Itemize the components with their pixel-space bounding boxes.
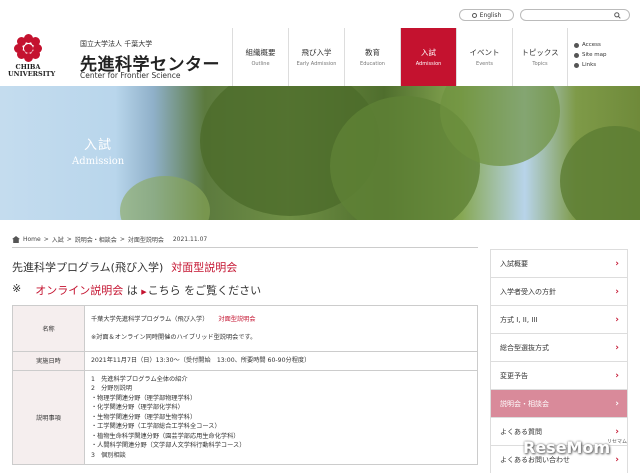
online-notice: ※ オンライン説明会 は ▶こちら をご覧ください [12, 282, 262, 297]
chevron-right-icon: › [615, 258, 619, 269]
search-input[interactable] [520, 9, 630, 21]
hero-title: 入試 [84, 138, 113, 153]
nav-item-topics[interactable]: トピックス Topics [512, 28, 568, 86]
chevron-right-icon: › [615, 314, 619, 325]
pin-icon [574, 42, 579, 48]
util-link-sitemap[interactable]: Site map [574, 50, 607, 60]
online-session-link[interactable]: こちら [148, 284, 181, 297]
table-label: 実施日時 [12, 351, 85, 371]
divider [12, 247, 478, 248]
table-row: 名称 千葉大学先進科学プログラム（飛び入学） 対面型説明会 ※対面＆オンライン同時… [12, 305, 478, 352]
sidebar-item-methods[interactable]: 方式 I, II, III › [490, 305, 628, 333]
logo-mark-icon [14, 34, 42, 62]
sidebar-item-policy[interactable]: 入学者受入の方針 › [490, 277, 628, 305]
utility-links: Access Site map Links [574, 40, 607, 70]
chevron-right-icon: › [615, 454, 619, 465]
table-label: 説明事項 [12, 369, 85, 465]
watermark-sub: リセマム [607, 439, 628, 445]
globe-icon [471, 12, 477, 18]
breadcrumb-home[interactable]: Home [23, 236, 41, 243]
table-row: 説明事項 1 先進科学プログラム全体の紹介 2 分野別説明 ・物理学関連分野（理… [12, 369, 478, 465]
site-header: CHIBA UNIVERSITY 国立大学法人 千葉大学 先進科学センター Ce… [0, 0, 640, 86]
sidebar-item-comprehensive[interactable]: 総合型選抜方式 › [490, 333, 628, 361]
breadcrumb-sessions[interactable]: 説明会・相談会 [75, 235, 117, 244]
site-subtitle: Center for Frontier Science [80, 71, 181, 80]
event-info-table: 名称 千葉大学先進科学プログラム（飛び入学） 対面型説明会 ※対面＆オンライン同時… [12, 305, 478, 465]
chevron-right-icon: › [615, 286, 619, 297]
hero-subtitle: Admission [72, 156, 125, 167]
sidebar-item-overview[interactable]: 入試概要 › [490, 249, 628, 277]
sidebar-item-sessions[interactable]: 説明会・相談会 › [490, 389, 628, 417]
chevron-right-icon: › [615, 426, 619, 437]
nav-item-outline[interactable]: 組織概要 Outline [232, 28, 288, 86]
nav-item-early-admission[interactable]: 飛び入学 Early Admission [288, 28, 344, 86]
breadcrumb-current: 対面型説明会 [127, 237, 164, 244]
arrow-icon: ▶ [141, 288, 147, 296]
logo-text: CHIBA UNIVERSITY [8, 63, 56, 78]
university-logo[interactable]: CHIBA UNIVERSITY [8, 34, 56, 78]
chevron-right-icon: › [615, 370, 619, 381]
watermark: ReseMom [523, 438, 611, 457]
util-link-access[interactable]: Access [574, 40, 607, 50]
breadcrumb-admission[interactable]: 入試 [52, 235, 64, 244]
sidebar-item-changes[interactable]: 変更予告 › [490, 361, 628, 389]
table-label: 名称 [12, 305, 85, 352]
nav-item-education[interactable]: 教育 Education [344, 28, 400, 86]
sitemap-icon [574, 52, 579, 58]
chevron-right-icon: › [615, 342, 619, 353]
home-icon [12, 236, 20, 243]
nav-item-admission[interactable]: 入試 Admission [400, 28, 456, 86]
breadcrumb: Home > 入試 > 説明会・相談会 > 対面型説明会 2021.11.07 [12, 235, 207, 244]
util-link-links[interactable]: Links [574, 60, 607, 70]
table-row: 実施日時 2021年11月7日（日）13:30～（受付開始 13:00、所要時間… [12, 351, 478, 371]
main-nav: 組織概要 Outline 飛び入学 Early Admission 教育 Educat… [232, 28, 568, 86]
nav-item-events[interactable]: イベント Events [456, 28, 512, 86]
site-org: 国立大学法人 千葉大学 [80, 40, 153, 48]
english-link[interactable]: English [459, 9, 514, 21]
top-links: English [459, 9, 630, 21]
search-icon[interactable] [614, 11, 621, 19]
link-icon [574, 62, 579, 68]
page-title: 先進科学プログラム(飛び入学) 対面型説明会 [12, 261, 238, 274]
breadcrumb-date: 2021.11.07 [172, 236, 208, 243]
chevron-right-icon: › [615, 398, 619, 409]
hero-banner: 入試 Admission [0, 86, 640, 220]
